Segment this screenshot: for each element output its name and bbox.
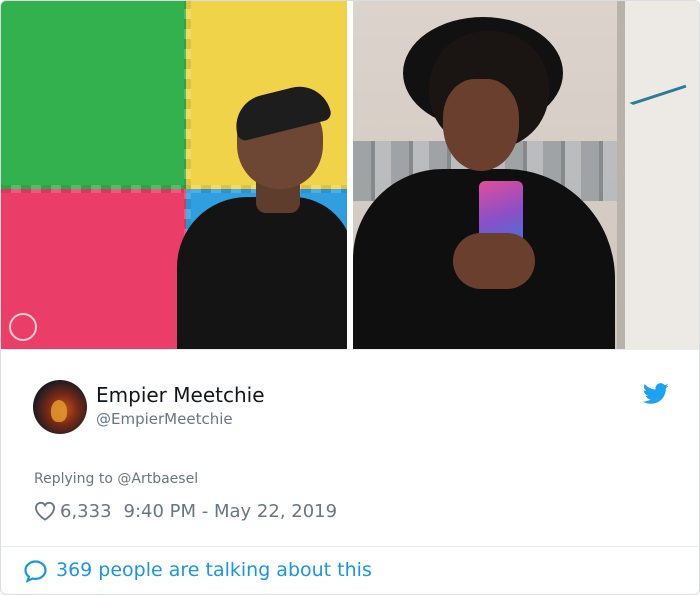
- tweet-card: Empier Meetchie @EmpierMeetchie Replying…: [0, 0, 700, 595]
- author-name[interactable]: Empier Meetchie: [96, 383, 265, 407]
- speech-bubble-icon: [24, 560, 47, 583]
- heart-outline-icon[interactable]: [34, 501, 56, 521]
- tweet-meta: 6,333 9:40 PM - May 22, 2019: [34, 500, 337, 522]
- watermark-logo: [9, 313, 37, 341]
- conversation-link[interactable]: 369 people are talking about this: [56, 559, 372, 581]
- author-handle[interactable]: @EmpierMeetchie: [96, 410, 233, 428]
- tweet-body: Empier Meetchie @EmpierMeetchie Replying…: [1, 349, 699, 547]
- person-left-shirt: [177, 197, 347, 349]
- bathroom-wall: [625, 1, 699, 349]
- person-right-hands: [453, 233, 535, 289]
- tweet-media: [1, 1, 699, 349]
- reply-context: Replying to @Artbaesel: [34, 471, 198, 487]
- timestamp-link[interactable]: 9:40 PM - May 22, 2019: [124, 501, 338, 522]
- tweet-footer[interactable]: 369 people are talking about this: [1, 546, 699, 594]
- reply-mention-link[interactable]: @Artbaesel: [117, 471, 198, 487]
- photo-right[interactable]: [353, 1, 699, 349]
- photo-left[interactable]: [1, 1, 347, 349]
- shower-frame: [617, 1, 625, 349]
- avatar[interactable]: [33, 380, 87, 434]
- reply-prefix: Replying to: [34, 471, 113, 487]
- like-count[interactable]: 6,333: [60, 501, 112, 522]
- mat-tile-green: [1, 1, 191, 191]
- twitter-bird-icon[interactable]: [643, 383, 669, 405]
- person-right-face: [443, 79, 519, 171]
